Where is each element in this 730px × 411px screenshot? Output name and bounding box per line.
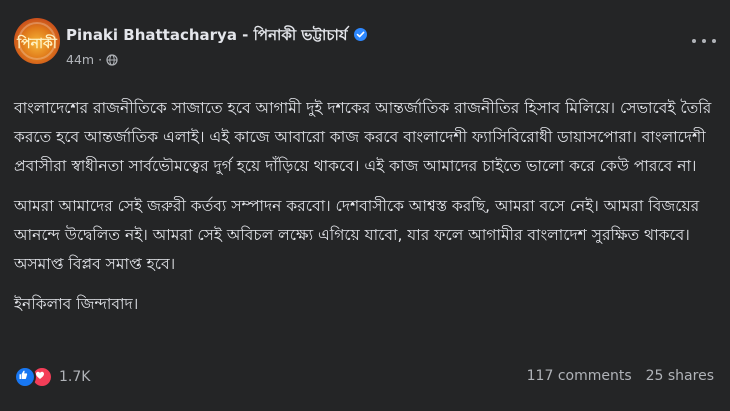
facebook-post-card: পিনাকী Pinaki Bhattacharya - পিনাকী ভট্ট… xyxy=(0,0,730,411)
post-paragraph-1: বাংলাদেশের রাজনীতিকে সাজাতে হবে আগামী দু… xyxy=(14,99,712,175)
reactions-summary[interactable]: 1.7K xyxy=(14,366,90,388)
avatar-logo-text: পিনাকী xyxy=(17,36,57,52)
engagement-stats: 117 comments 25 shares xyxy=(527,368,714,384)
reaction-count: 1.7K xyxy=(59,369,91,385)
shares-count[interactable]: 25 shares xyxy=(646,368,714,384)
post-header: পিনাকী Pinaki Bhattacharya - পিনাকী ভট্ট… xyxy=(0,0,730,80)
like-reaction-icon xyxy=(14,366,36,388)
more-options-icon[interactable] xyxy=(692,34,716,48)
author-name-row: Pinaki Bhattacharya - পিনাকী ভট্টাচার্য xyxy=(66,24,367,49)
author-avatar[interactable]: পিনাকী xyxy=(14,18,60,64)
meta-separator: · xyxy=(98,52,103,67)
more-dot xyxy=(712,39,716,43)
post-timestamp[interactable]: 44m xyxy=(66,52,94,67)
more-dot xyxy=(702,39,706,43)
post-meta: 44m · xyxy=(66,52,118,69)
globe-icon[interactable] xyxy=(106,54,118,69)
post-paragraph-2: আমরা আমাদের সেই জরুরী কর্তব্য সম্পাদন কর… xyxy=(14,197,700,273)
more-dot xyxy=(692,39,696,43)
post-body: বাংলাদেশের রাজনীতিকে সাজাতে হবে আগামী দু… xyxy=(14,94,714,330)
comments-count[interactable]: 117 comments xyxy=(527,368,632,384)
post-paragraph-3: ইনকিলাব জিন্দাবাদ। xyxy=(14,295,139,313)
author-name[interactable]: Pinaki Bhattacharya - পিনাকী ভট্টাচার্য xyxy=(66,26,348,44)
verified-badge-icon xyxy=(353,28,367,41)
